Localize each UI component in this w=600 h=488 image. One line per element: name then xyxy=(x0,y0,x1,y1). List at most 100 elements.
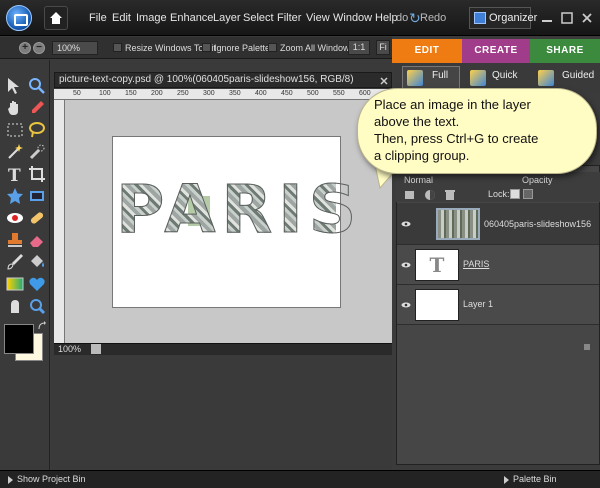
tab-create[interactable]: CREATE xyxy=(462,39,530,63)
straighten-tool-icon[interactable] xyxy=(27,186,47,206)
app-logo[interactable] xyxy=(6,5,32,31)
ruler-tick-label: 400 xyxy=(255,90,267,97)
ruler-tick-label: 300 xyxy=(203,90,215,97)
menu-help[interactable]: Help xyxy=(375,12,398,24)
menu-window[interactable]: Window xyxy=(333,12,372,24)
palette-bin-button[interactable]: Palette Bin xyxy=(504,474,557,484)
trash-icon[interactable] xyxy=(444,189,456,201)
organizer-icon xyxy=(474,12,486,24)
full-edit-icon xyxy=(407,70,423,86)
document-close-icon[interactable] xyxy=(379,76,389,86)
undo-button[interactable]: do xyxy=(396,12,408,24)
layer-thumbnail-photo xyxy=(436,208,480,240)
type-tool-icon[interactable]: T xyxy=(5,164,25,186)
foreground-color-swatch[interactable] xyxy=(4,324,34,354)
menu-filter[interactable]: Filter xyxy=(277,12,301,24)
zoom-tool-icon[interactable] xyxy=(27,76,47,96)
zoom-in-icon[interactable]: + xyxy=(19,42,31,54)
opacity-label: Opacity xyxy=(522,175,553,185)
eye-icon[interactable] xyxy=(401,300,411,310)
organizer-label: Organizer xyxy=(489,12,538,24)
lock-transparency-icon[interactable] xyxy=(510,189,520,199)
cookie-cutter-icon[interactable] xyxy=(5,186,25,206)
ignore-palettes-checkbox[interactable] xyxy=(202,43,211,52)
marquee-tool-icon[interactable] xyxy=(5,120,25,140)
layer-name-text[interactable]: PARIS xyxy=(463,259,489,269)
mode-full-label: Full xyxy=(432,70,449,81)
ruler-tick-label: 100 xyxy=(99,90,111,97)
sponge-tool-icon[interactable] xyxy=(27,296,47,316)
menu-file[interactable]: File xyxy=(89,12,107,24)
redo-button[interactable]: Redo xyxy=(420,12,446,24)
lasso-tool-icon[interactable] xyxy=(27,120,47,140)
ignore-palettes-label: Ignore Palettes xyxy=(214,43,275,53)
menu-image[interactable]: Image xyxy=(136,12,167,24)
vertical-ruler xyxy=(54,100,65,343)
menu-select[interactable]: Select xyxy=(243,12,274,24)
menu-enhance[interactable]: Enhance xyxy=(170,12,213,24)
zoom-input[interactable]: 100% xyxy=(52,41,98,55)
triangle-icon xyxy=(8,475,13,484)
smudge-tool-icon[interactable] xyxy=(5,296,25,316)
guided-edit-icon xyxy=(538,70,554,86)
home-button[interactable] xyxy=(44,6,68,30)
paint-bucket-icon[interactable] xyxy=(27,252,47,272)
show-project-bin-button[interactable]: Show Project Bin xyxy=(8,474,86,484)
show-project-bin-label: Show Project Bin xyxy=(17,474,86,484)
mode-guided-label: Guided xyxy=(562,70,595,81)
maximize-icon[interactable] xyxy=(561,12,573,24)
minimize-icon[interactable] xyxy=(541,12,553,24)
clone-stamp-icon[interactable] xyxy=(5,230,25,250)
document-tab[interactable]: picture-text-copy.psd @ 100%(060405paris… xyxy=(54,72,392,88)
eye-icon[interactable] xyxy=(401,260,411,270)
hand-tool-icon[interactable] xyxy=(5,98,25,118)
red-eye-icon[interactable] xyxy=(5,208,25,228)
fit-screen-button[interactable]: Fi xyxy=(376,40,390,55)
brush-tool-icon[interactable] xyxy=(5,252,25,272)
mode-full-button[interactable] xyxy=(402,66,460,90)
svg-text:T: T xyxy=(8,166,21,184)
gradient-tool-icon[interactable] xyxy=(5,274,25,294)
tab-share[interactable]: SHARE xyxy=(530,39,600,63)
lock-all-icon[interactable] xyxy=(523,189,533,199)
eraser-tool-icon[interactable] xyxy=(27,230,47,250)
layer-thumbnail-text: T xyxy=(415,249,459,281)
blend-mode-select[interactable]: Normal xyxy=(404,175,433,185)
zoom-all-windows-checkbox[interactable] xyxy=(268,43,277,52)
adjustment-layer-icon[interactable] xyxy=(424,189,436,201)
menu-edit[interactable]: Edit xyxy=(112,12,131,24)
ruler-tick-label: 200 xyxy=(151,90,163,97)
tab-edit[interactable]: EDIT xyxy=(392,39,462,63)
actual-pixels-button[interactable]: 1:1 xyxy=(348,40,370,55)
eye-icon[interactable] xyxy=(401,219,411,229)
triangle-icon xyxy=(504,475,509,484)
layer-thumbnail-fill xyxy=(415,289,459,321)
healing-brush-icon[interactable] xyxy=(27,208,47,228)
layer-name-photo[interactable]: 060405paris-slideshow156 xyxy=(484,219,591,229)
menu-layer[interactable]: Layer xyxy=(213,12,241,24)
custom-shape-icon[interactable] xyxy=(27,274,47,294)
close-icon[interactable] xyxy=(581,12,593,24)
crop-tool-icon[interactable] xyxy=(27,164,47,184)
document-status-bar xyxy=(54,343,392,355)
ruler-tick-label: 50 xyxy=(73,90,81,97)
quick-selection-icon[interactable] xyxy=(27,142,47,162)
new-layer-icon[interactable] xyxy=(404,189,416,201)
mode-quick-label: Quick xyxy=(492,70,518,81)
magic-wand-icon[interactable] xyxy=(5,142,25,162)
ruler-tick-label: 550 xyxy=(333,90,345,97)
callout-line: above the text. xyxy=(374,114,460,129)
ruler-tick-label: 350 xyxy=(229,90,241,97)
panel-resize-grip[interactable] xyxy=(584,344,590,350)
swap-colors-icon[interactable] xyxy=(37,321,47,331)
callout-line: Then, press Ctrl+G to create xyxy=(374,131,539,146)
eyedropper-icon[interactable] xyxy=(27,98,47,118)
status-menu-button[interactable] xyxy=(91,344,101,354)
home-icon xyxy=(50,12,62,24)
zoom-out-icon[interactable]: − xyxy=(33,42,45,54)
menu-view[interactable]: View xyxy=(306,12,330,24)
resize-windows-checkbox[interactable] xyxy=(113,43,122,52)
layer-name-fill[interactable]: Layer 1 xyxy=(463,299,493,309)
organizer-button[interactable]: Organizer xyxy=(469,7,537,29)
move-tool-icon[interactable] xyxy=(5,76,25,96)
